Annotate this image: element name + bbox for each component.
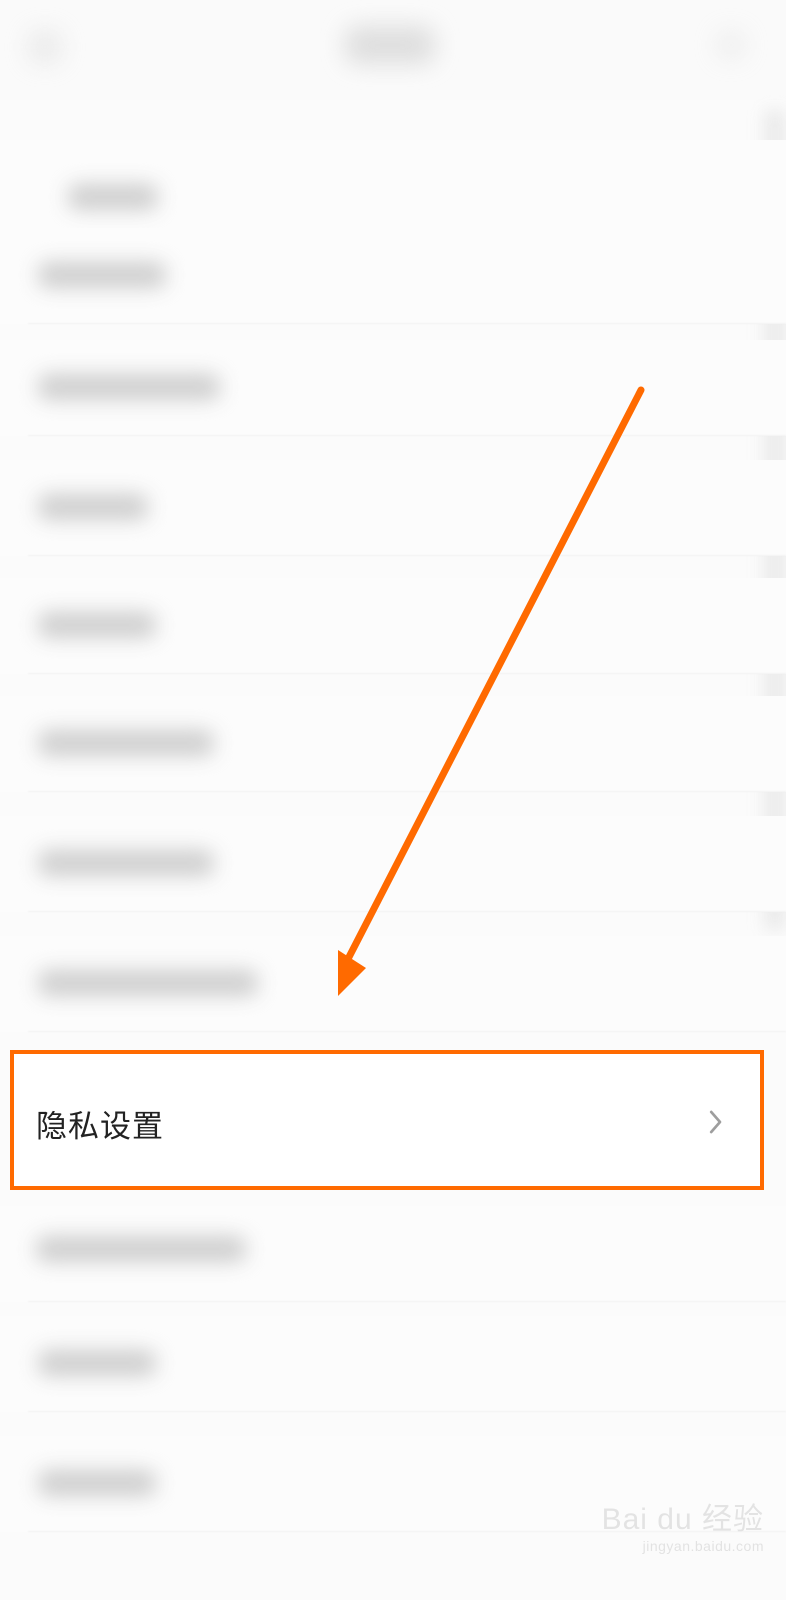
blurred-page-title (345, 26, 435, 64)
list-divider (28, 1531, 786, 1532)
blurred-item-label (38, 494, 148, 520)
blurred-list-item (0, 1206, 786, 1302)
settings-screen: 隐私设置 Bai du 经验 jingyan.baidu.com (0, 0, 786, 1600)
blurred-list-item (0, 816, 786, 912)
blurred-item-label (36, 1236, 246, 1262)
privacy-settings-label: 隐私设置 (36, 1109, 164, 1145)
blurred-list-item (0, 228, 786, 324)
blurred-item-label (68, 184, 158, 210)
blurred-list-item (0, 1316, 786, 1412)
chevron-right-icon (709, 1110, 722, 1134)
blurred-list-item (0, 1436, 786, 1532)
blurred-item-label (38, 1470, 156, 1496)
blurred-item-label (38, 612, 156, 638)
blurred-item-label (38, 970, 258, 996)
list-divider (28, 555, 786, 556)
blurred-item-label (38, 1350, 156, 1376)
list-divider (28, 791, 786, 792)
list-divider (28, 323, 786, 324)
top-bar (0, 0, 786, 100)
blurred-list-item (0, 696, 786, 792)
blurred-list-item (0, 340, 786, 436)
blurred-list-item (0, 460, 786, 556)
list-divider (28, 1411, 786, 1412)
blurred-item-label (38, 850, 214, 876)
list-divider (28, 435, 786, 436)
blurred-list-item (0, 578, 786, 674)
blurred-item-label (38, 262, 166, 288)
bottom-blurred-list (0, 1196, 786, 1600)
blurred-list-item (0, 140, 786, 236)
list-divider (28, 911, 786, 912)
list-divider (28, 1031, 786, 1032)
list-divider (28, 673, 786, 674)
blurred-more-button (716, 30, 746, 60)
list-divider (28, 1301, 786, 1302)
blurred-item-label (38, 374, 220, 400)
privacy-settings-item[interactable]: 隐私设置 (14, 1054, 760, 1186)
highlight-box: 隐私设置 (10, 1050, 764, 1190)
blurred-list-item (0, 936, 786, 1032)
blurred-back-button (28, 30, 62, 64)
blurred-item-label (38, 730, 214, 756)
